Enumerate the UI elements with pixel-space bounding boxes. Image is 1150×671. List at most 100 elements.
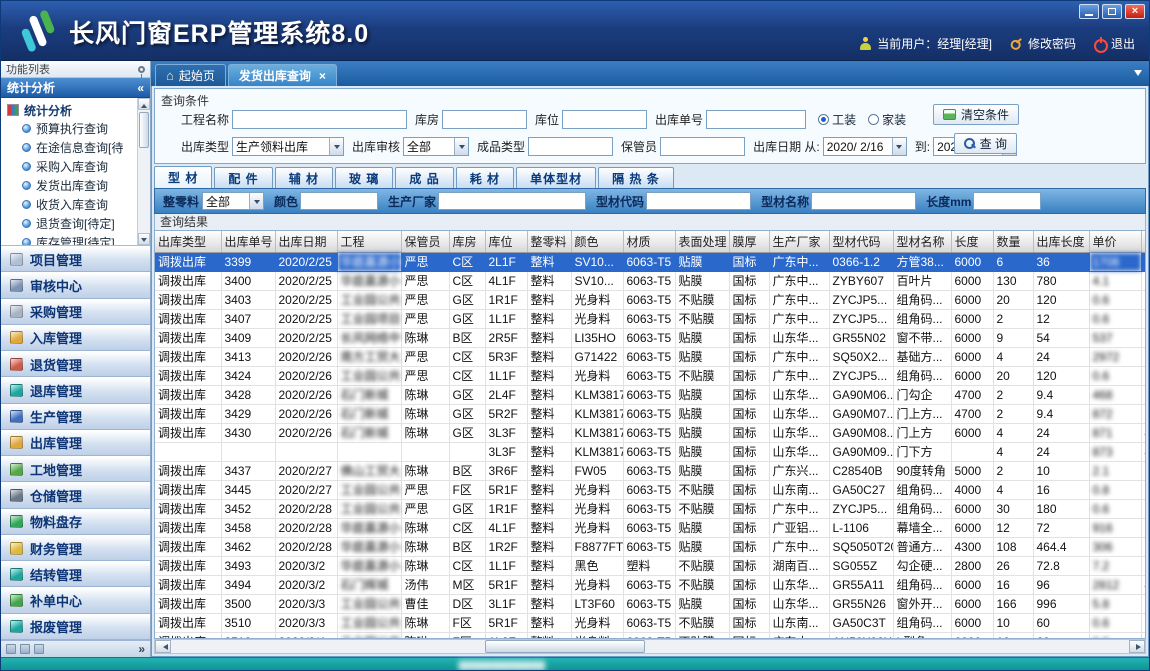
sidebar-item-supplement[interactable]: 补单中心 (1, 587, 150, 613)
sidebar-item-inbound[interactable]: 入库管理 (1, 325, 150, 351)
minimize-button[interactable] (1079, 4, 1099, 19)
tab-shipment-outbound-query[interactable]: 发货出库查询× (228, 64, 337, 86)
maximize-button[interactable] (1102, 4, 1122, 19)
table-row[interactable]: 调拨出库34242020/2/26工业园公共工程严思C区1L1F整料光身料606… (155, 366, 1146, 385)
column-header-12[interactable]: 生产厂家 (769, 231, 829, 252)
sidebar-item-carryover[interactable]: 结转管理 (1, 561, 150, 587)
sidebar-item-outbound[interactable]: 出库管理 (1, 430, 150, 456)
date-from-picker[interactable]: 2020/ 2/16 (823, 137, 907, 156)
tab-close-icon[interactable]: × (319, 70, 326, 82)
sidebar-item-production[interactable]: 生产管理 (1, 404, 150, 430)
material-tab-5[interactable]: 耗 材 (456, 167, 514, 188)
sidebar-item-finance[interactable]: 财务管理 (1, 535, 150, 561)
sidebar-item-scrap[interactable]: 报废管理 (1, 614, 150, 640)
table-row[interactable]: 调拨出库34932020/3/2华庭嘉源小区陈琳C区1L1F整料黑色塑料不贴膜国… (155, 556, 1146, 575)
scroll-up-icon[interactable] (138, 98, 150, 110)
change-password-link[interactable]: 修改密码 (1010, 35, 1076, 52)
column-header-0[interactable]: 出库类型 (155, 231, 221, 252)
table-row[interactable]: 调拨出库34372020/2/27佛山工贸大厦陈琳B区3R6F整料FW05606… (155, 461, 1146, 480)
table-row[interactable]: 调拨出库34132020/2/26南方工贸大厦严思C区5R3F整料G714226… (155, 347, 1146, 366)
material-tab-4[interactable]: 成 品 (395, 167, 453, 188)
sidebar-group-statistics[interactable]: 统计分析 « (1, 78, 150, 98)
order-no-input[interactable] (706, 110, 806, 129)
table-row[interactable]: 调拨出库34452020/2/27工业园公共工程严思F区5R1F整料光身料606… (155, 480, 1146, 499)
table-row[interactable]: 调拨出库34942020/3/2石门辉城汤伟M区5R1F整料光身料6063-T5… (155, 575, 1146, 594)
scroll-thumb[interactable] (139, 112, 149, 148)
profile-name-input[interactable] (811, 192, 916, 210)
scroll-right-icon[interactable] (1129, 640, 1145, 653)
sidebar-item-return-goods[interactable]: 退货管理 (1, 351, 150, 377)
column-header-13[interactable]: 型材代码 (829, 231, 893, 252)
radio-jiazhuang[interactable]: 家装 (868, 111, 906, 128)
material-tab-3[interactable]: 玻 璃 (335, 167, 393, 188)
search-button[interactable]: 查 询 (954, 133, 1017, 154)
footer-icon-3[interactable] (34, 644, 44, 654)
scroll-down-icon[interactable] (138, 233, 150, 245)
column-header-1[interactable]: 出库单号 (221, 231, 275, 252)
material-tab-0[interactable]: 型 材 (154, 166, 212, 188)
table-row[interactable]: 调拨出库35002020/3/3工业园公共工程曹佳D区3L1F整料LT3F606… (155, 594, 1146, 613)
location-input[interactable] (562, 110, 647, 129)
sidebar-item-inventory[interactable]: 物料盘存 (1, 509, 150, 535)
table-row[interactable]: 调拨出库34292020/2/26石门新城陈琳G区5R2F整料KLM381760… (155, 404, 1146, 423)
column-header-19[interactable]: 金 (1141, 231, 1146, 252)
table-row[interactable]: 调拨出库34622020/2/28华庭嘉源小区陈琳B区1R2F整料F8877FT… (155, 537, 1146, 556)
column-header-8[interactable]: 颜色 (571, 231, 623, 252)
tree-item-4[interactable]: 收货入库查询 (7, 195, 136, 214)
chevron-down-icon[interactable] (454, 138, 468, 155)
scroll-left-icon[interactable] (155, 640, 171, 653)
material-tab-7[interactable]: 隔 热 条 (598, 167, 674, 188)
table-row[interactable]: 调拨出库34002020/2/25华庭嘉源小区严思C区4L1F整料SV10...… (155, 271, 1146, 290)
table-row[interactable]: 调拨出库35122020/3/4工业园公共工程陈琳F区1L2F整料光身料6063… (155, 632, 1146, 639)
table-row[interactable]: 调拨出库34582020/2/28华庭嘉源小区陈琳C区4L1F整料光身料6063… (155, 518, 1146, 537)
column-header-3[interactable]: 工程 (337, 231, 401, 252)
sidebar-item-project[interactable]: 项目管理 (1, 246, 150, 272)
project-name-input[interactable] (232, 110, 407, 129)
sidebar-item-audit[interactable]: 审核中心 (1, 272, 150, 298)
column-header-11[interactable]: 膜厚 (729, 231, 769, 252)
tree-scrollbar[interactable] (137, 98, 150, 245)
collapse-icon[interactable]: « (137, 81, 144, 95)
chevron-down-icon[interactable] (892, 138, 906, 155)
product-type-input[interactable] (528, 137, 613, 156)
sidebar-item-purchase[interactable]: 采购管理 (1, 299, 150, 325)
tree-item-0[interactable]: 预算执行查询 (7, 119, 136, 138)
tree-item-1[interactable]: 在途信息查询[待 (7, 138, 136, 157)
chevron-down-icon[interactable] (249, 193, 263, 209)
tree-item-2[interactable]: 采购入库查询 (7, 157, 136, 176)
audit-select[interactable]: 全部 (403, 137, 469, 156)
table-row[interactable]: 调拨出库34032020/2/25工业园公共工程严思G区1R1F整料光身料606… (155, 290, 1146, 309)
column-header-17[interactable]: 出库长度 (1033, 231, 1089, 252)
table-row[interactable]: 调拨出库35102020/3/3工业园公共工程陈琳F区5R1F整料光身料6063… (155, 613, 1146, 632)
tab-start-page[interactable]: ⌂起始页 (155, 64, 226, 86)
expand-more-icon[interactable]: » (138, 642, 145, 656)
table-row[interactable]: 调拨出库33992020/2/25华庭嘉源小区严思C区2L1F整料SV10...… (155, 252, 1146, 271)
table-row[interactable]: 调拨出库34092020/2/25长风网络中心陈琳B区2R5F整料LI35HO6… (155, 328, 1146, 347)
table-row[interactable]: 调拨出库34282020/2/26石门新城陈琳G区2L4F整料KLM381760… (155, 385, 1146, 404)
column-header-5[interactable]: 库房 (449, 231, 485, 252)
sidebar-item-site[interactable]: 工地管理 (1, 456, 150, 482)
horizontal-scrollbar[interactable] (154, 639, 1146, 654)
column-header-9[interactable]: 材质 (623, 231, 675, 252)
column-header-10[interactable]: 表面处理 (675, 231, 729, 252)
sidebar-item-warehouse[interactable]: 仓储管理 (1, 482, 150, 508)
length-input[interactable] (973, 192, 1041, 210)
radio-gongzhuang[interactable]: 工装 (818, 111, 856, 128)
column-header-14[interactable]: 型材名称 (893, 231, 951, 252)
pin-icon[interactable] (138, 66, 145, 73)
tab-list-dropdown-icon[interactable] (1134, 70, 1142, 80)
footer-icon-1[interactable] (6, 644, 16, 654)
column-header-18[interactable]: 单价 (1089, 231, 1141, 252)
column-header-16[interactable]: 数量 (993, 231, 1033, 252)
table-row[interactable]: 调拨出库34302020/2/26石门新城陈琳G区3L3F整料KLM381760… (155, 423, 1146, 442)
tree-root-statistics[interactable]: 统计分析 (7, 101, 136, 119)
tree-item-5[interactable]: 退货查询[待定] (7, 214, 136, 233)
sidebar-item-return-store[interactable]: 退库管理 (1, 377, 150, 403)
tree-item-6[interactable]: 库存管理[待定] (7, 233, 136, 246)
keeper-input[interactable] (660, 137, 745, 156)
whole-part-select[interactable]: 全部 (202, 192, 264, 210)
color-input[interactable] (300, 192, 378, 210)
out-type-select[interactable]: 生产领料出库 (232, 137, 344, 156)
tree-item-3[interactable]: 发货出库查询 (7, 176, 136, 195)
column-header-15[interactable]: 长度 (951, 231, 993, 252)
